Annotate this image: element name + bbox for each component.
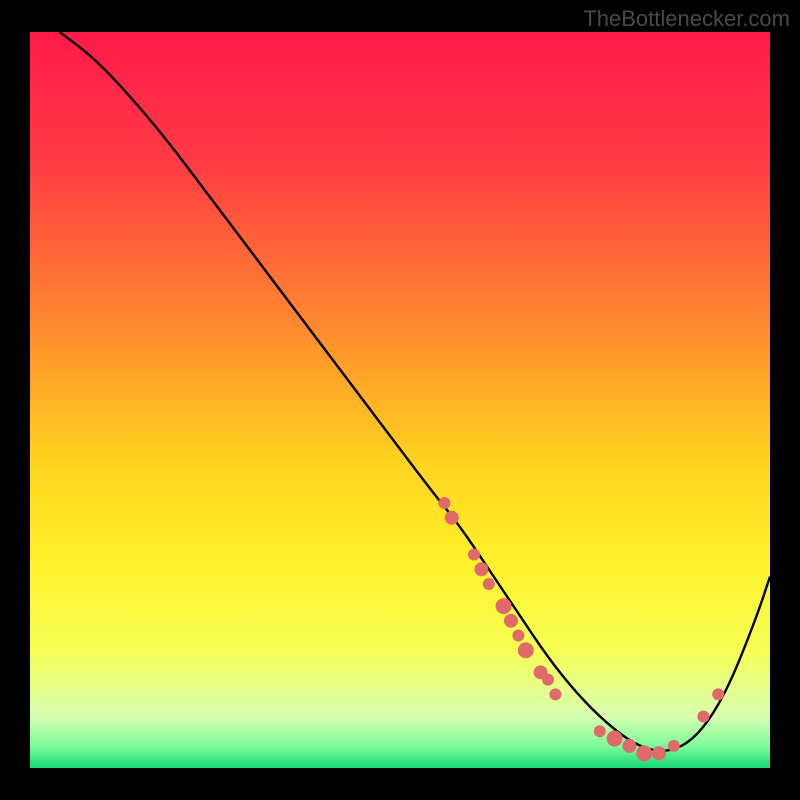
marker-point bbox=[712, 688, 724, 700]
marker-point bbox=[504, 614, 518, 628]
marker-point bbox=[445, 511, 459, 525]
chart-svg bbox=[30, 32, 770, 768]
marker-point bbox=[636, 745, 652, 761]
marker-point bbox=[483, 578, 495, 590]
marker-point bbox=[512, 630, 524, 642]
marker-point bbox=[622, 739, 636, 753]
marker-point bbox=[668, 740, 680, 752]
marker-point bbox=[474, 562, 488, 576]
marker-point bbox=[518, 642, 534, 658]
gradient-background bbox=[30, 32, 770, 768]
marker-point bbox=[652, 746, 666, 760]
marker-point bbox=[697, 710, 709, 722]
marker-point bbox=[468, 549, 480, 561]
marker-point bbox=[496, 598, 512, 614]
marker-point bbox=[542, 674, 554, 686]
watermark-text: TheBottlenecker.com bbox=[583, 6, 790, 32]
marker-point bbox=[607, 731, 623, 747]
chart-area bbox=[30, 32, 770, 768]
marker-point bbox=[549, 688, 561, 700]
marker-point bbox=[438, 497, 450, 509]
marker-point bbox=[594, 725, 606, 737]
